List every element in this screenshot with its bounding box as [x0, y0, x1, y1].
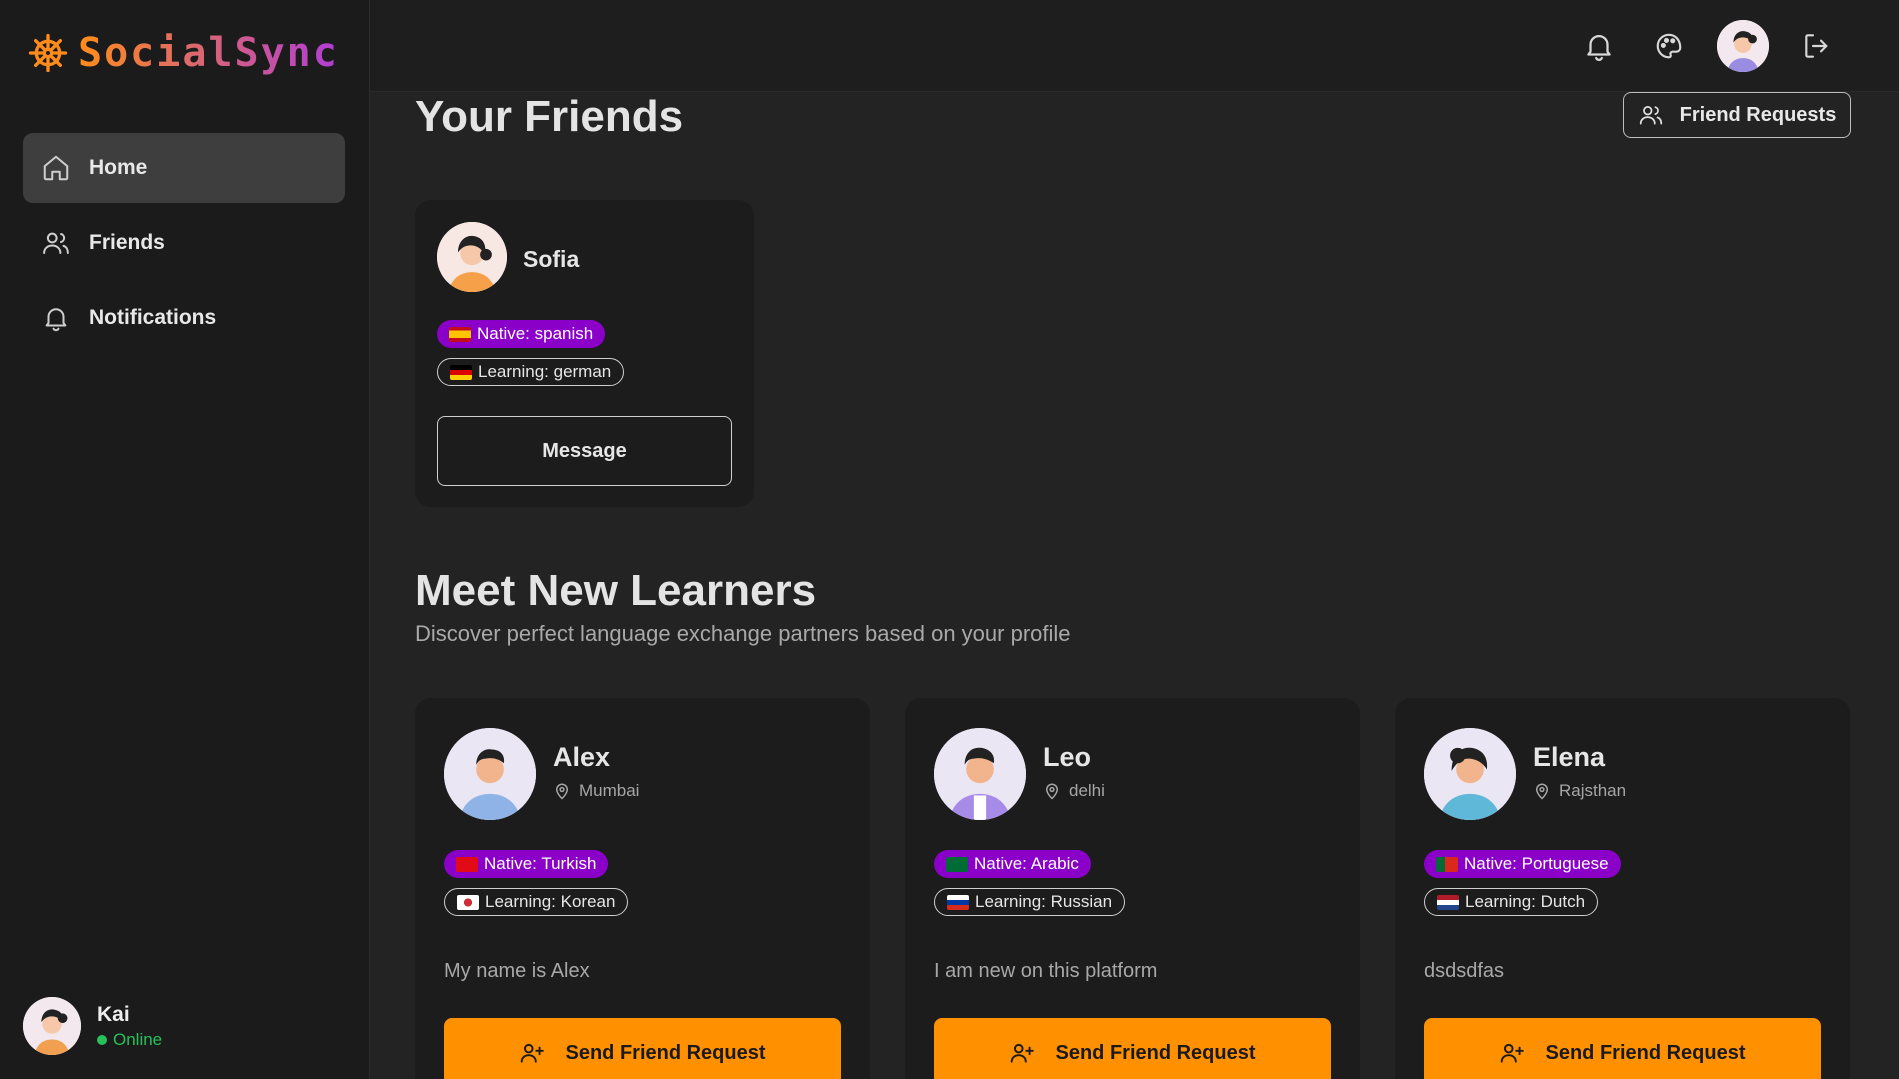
learner-avatar: [934, 728, 1026, 820]
korea-flag-icon: [457, 894, 479, 910]
learner-location: delhi: [1043, 781, 1105, 801]
sidebar-nav: Home Friends Notifications: [23, 133, 345, 358]
home-icon: [43, 155, 69, 181]
ship-wheel-icon: [28, 33, 68, 73]
learner-bio: My name is Alex: [444, 960, 590, 982]
sidebar-item-home[interactable]: Home: [23, 133, 345, 203]
logout-button[interactable]: [1795, 24, 1839, 68]
learner-avatar: [444, 728, 536, 820]
germany-flag-icon: [450, 364, 472, 380]
logout-icon: [1805, 34, 1828, 58]
learner-name: Leo: [1043, 742, 1092, 772]
location-text: Rajsthan: [1559, 781, 1627, 800]
learning-language-text: Learning: Russian: [975, 892, 1113, 911]
native-language-badge: Native: Portuguese: [1424, 850, 1621, 878]
sidebar-item-friends[interactable]: Friends: [23, 208, 345, 278]
avatar: [23, 997, 81, 1055]
friend-requests-button[interactable]: Friend Requests: [1623, 92, 1851, 138]
app-name: SocialSync: [78, 30, 339, 76]
learners-subtitle: Discover perfect language exchange partn…: [415, 621, 1071, 646]
turkey-flag-icon: [456, 856, 478, 872]
sidebar-item-label: Friends: [89, 231, 165, 254]
native-language-text: Native: Turkish: [484, 854, 597, 873]
spain-flag-icon: [449, 326, 471, 342]
learner-name: Elena: [1533, 742, 1606, 772]
notifications-button[interactable]: [1577, 24, 1621, 68]
avatar[interactable]: [1717, 20, 1769, 72]
current-user-name: Kai: [97, 1002, 130, 1026]
users-icon: [1639, 106, 1662, 125]
learner-bio: dsdsdfas: [1424, 960, 1505, 982]
send-request-label: Send Friend Request: [565, 1041, 766, 1064]
netherlands-flag-icon: [1437, 894, 1459, 910]
message-button[interactable]: Message: [437, 416, 732, 486]
map-pin-icon: [1535, 783, 1549, 800]
online-dot: [97, 1034, 107, 1045]
learner-card: Alex Mumbai Native: Turkish Learning: Ko…: [415, 698, 870, 1079]
friend-avatar: [437, 222, 507, 292]
palette-icon: [1656, 33, 1682, 59]
learner-card: Leo delhi Native: Arabic Learning: Russi…: [905, 698, 1360, 1079]
learner-card: Elena Rajsthan Native: Portuguese Learni…: [1395, 698, 1850, 1079]
native-language-badge: Native: Arabic: [934, 850, 1091, 878]
sidebar-item-notifications[interactable]: Notifications: [23, 283, 345, 353]
native-language-badge: Native: Turkish: [444, 850, 609, 878]
user-plus-icon: [1011, 1043, 1035, 1063]
online-status: Online: [97, 1030, 162, 1050]
sidebar: SocialSync Home Friends Notifications Ka…: [0, 0, 370, 1079]
native-language-text: Native: spanish: [477, 324, 594, 343]
learners-title: Meet New Learners: [415, 566, 817, 615]
learner-bio: I am new on this platform: [934, 960, 1158, 982]
portugal-flag-icon: [1436, 856, 1458, 872]
main-content: Your Friends Friend Requests Sofia Nativ…: [370, 92, 1899, 1079]
learning-language-text: Learning: Dutch: [1465, 892, 1586, 911]
send-friend-request-button[interactable]: Send Friend Request: [1424, 1018, 1821, 1079]
learning-language-badge: Learning: german: [437, 358, 625, 386]
location-text: delhi: [1069, 781, 1105, 800]
theme-button[interactable]: [1647, 24, 1691, 68]
learner-location: Rajsthan: [1533, 781, 1626, 801]
friend-name: Sofia: [523, 246, 580, 272]
map-pin-icon: [555, 783, 569, 800]
learning-language-text: Learning: german: [478, 362, 612, 381]
users-icon: [43, 232, 69, 254]
location-text: Mumbai: [579, 781, 640, 800]
topbar: [370, 0, 1899, 92]
learning-language-badge: Learning: Russian: [934, 888, 1126, 916]
status-text: Online: [113, 1029, 163, 1049]
friends-title: Your Friends: [415, 92, 684, 141]
learning-language-badge: Learning: Korean: [444, 888, 629, 916]
bell-icon: [1587, 35, 1611, 61]
send-friend-request-button[interactable]: Send Friend Request: [934, 1018, 1331, 1079]
native-language-text: Native: Portuguese: [1464, 854, 1609, 873]
friend-requests-label: Friend Requests: [1679, 103, 1837, 126]
sidebar-item-label: Home: [89, 156, 148, 179]
learner-location: Mumbai: [553, 781, 639, 801]
bell-icon: [45, 308, 67, 332]
russia-flag-icon: [947, 894, 969, 910]
user-plus-icon: [1501, 1043, 1525, 1063]
learner-avatar: [1424, 728, 1516, 820]
send-request-label: Send Friend Request: [1055, 1041, 1256, 1064]
send-friend-request-button[interactable]: Send Friend Request: [444, 1018, 841, 1079]
saudi-flag-icon: [946, 856, 968, 872]
map-pin-icon: [1045, 783, 1059, 800]
native-language-text: Native: Arabic: [974, 854, 1079, 873]
app-logo[interactable]: SocialSync: [28, 30, 339, 76]
user-plus-icon: [521, 1043, 545, 1063]
learning-language-badge: Learning: Dutch: [1424, 888, 1599, 916]
native-language-badge: Native: spanish: [437, 320, 606, 348]
learner-name: Alex: [553, 742, 611, 772]
sidebar-item-label: Notifications: [89, 306, 217, 329]
learning-language-text: Learning: Korean: [485, 892, 616, 911]
send-request-label: Send Friend Request: [1545, 1041, 1746, 1064]
current-user[interactable]: Kai Online: [23, 997, 162, 1055]
friend-card: Sofia Native: spanish Learning: german M…: [415, 200, 754, 507]
